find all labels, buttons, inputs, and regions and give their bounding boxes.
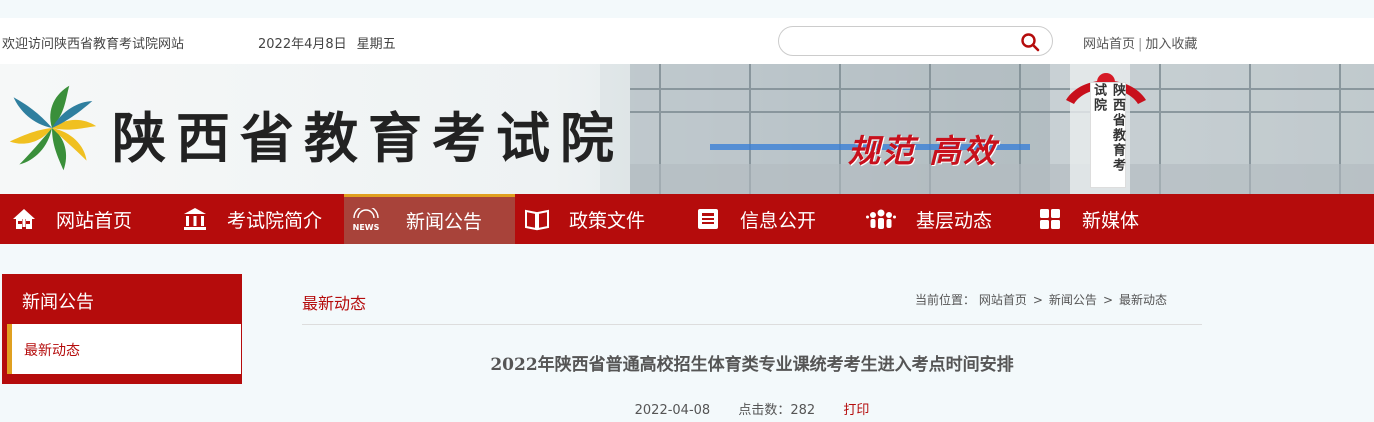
current-date: 2022年4月8日 星期五 — [258, 33, 406, 52]
nav-item-about[interactable]: 考试院简介 — [183, 194, 322, 244]
nav-item-home[interactable]: 网站首页 — [12, 194, 132, 244]
nav-label: 基层动态 — [916, 209, 993, 232]
plaque-text: 陕西省教育考试院 — [1091, 83, 1125, 173]
top-bar: 欢迎访问陕西省教育考试院网站 2022年4月8日 星期五 网站首页 | 加入收藏 — [0, 18, 1374, 64]
sidebar: 新闻公告 最新动态 — [2, 274, 242, 384]
search-box — [778, 26, 1053, 56]
breadcrumb-prefix: 当前位置： — [915, 293, 976, 307]
nav-item-news[interactable]: NEWS 新闻公告 — [344, 194, 515, 244]
breadcrumb-home[interactable]: 网站首页 — [979, 293, 1027, 307]
article-meta: 2022-04-08 点击数：282 打印 — [302, 399, 1202, 418]
date-text: 2022年4月8日 — [258, 37, 347, 52]
sidebar-item-label: 最新动态 — [24, 343, 80, 359]
nav-item-new-media[interactable]: 新媒体 — [1038, 194, 1139, 244]
nav-item-local-news[interactable]: 基层动态 — [866, 194, 992, 244]
print-link[interactable]: 打印 — [843, 403, 869, 418]
views-count: 282 — [790, 403, 816, 418]
site-logo — [9, 85, 97, 171]
news-icon-text: NEWS — [353, 223, 380, 232]
sidebar-title: 新闻公告 — [22, 292, 94, 313]
top-links: 网站首页 | 加入收藏 — [1083, 33, 1197, 52]
section-title: 最新动态 — [302, 294, 367, 313]
nav-item-disclosure[interactable]: 信息公开 — [696, 194, 816, 244]
views-label: 点击数： — [738, 403, 791, 418]
search-input[interactable] — [791, 32, 1011, 50]
nav-label: 新闻公告 — [406, 211, 483, 233]
home-link[interactable]: 网站首页 — [1083, 37, 1135, 52]
slogan: 规范 高效 — [848, 132, 998, 170]
breadcrumb: 当前位置： 网站首页 > 新闻公告 > 最新动态 — [915, 291, 1167, 308]
breadcrumb-separator: > — [1102, 293, 1113, 307]
nav-label: 信息公开 — [740, 209, 817, 232]
news-icon: NEWS — [353, 207, 380, 232]
site-name: 陕西省教育考试院 — [112, 106, 624, 170]
main-nav: 网站首页 考试院简介 NEWS 新闻公告 政策文件 信息公开 基层动态 新媒体 — [0, 194, 1374, 244]
link-separator: | — [1138, 37, 1143, 52]
building-icon — [184, 208, 206, 230]
document-icon — [698, 209, 718, 229]
nav-label: 考试院简介 — [227, 209, 323, 232]
nav-label: 政策文件 — [569, 209, 646, 232]
search-icon[interactable] — [1020, 32, 1040, 52]
institute-plaque: 陕西省教育考试院 — [1090, 82, 1126, 188]
welcome-text: 欢迎访问陕西省教育考试院网站 — [2, 37, 185, 52]
header-banner: 陕西省教育考试院 陕西省教育考试院 规范 高效 — [0, 64, 1374, 194]
nav-label: 新媒体 — [1082, 209, 1140, 232]
content-divider — [302, 324, 1202, 325]
nav-item-policy[interactable]: 政策文件 — [525, 194, 645, 244]
home-icon — [13, 209, 35, 229]
weekday-text: 星期五 — [356, 37, 396, 52]
breadcrumb-separator: > — [1032, 293, 1043, 307]
book-icon — [525, 209, 549, 231]
article-views: 点击数：282 — [738, 403, 815, 418]
article-date: 2022-04-08 — [634, 403, 711, 418]
nav-label: 网站首页 — [56, 209, 133, 232]
article-title: 2022年陕西省普通高校招生体育类专业课统考考生进入考点时间安排 — [490, 355, 1014, 375]
grid-icon — [1040, 209, 1060, 229]
add-favorite-link[interactable]: 加入收藏 — [1145, 37, 1197, 52]
breadcrumb-latest[interactable]: 最新动态 — [1119, 293, 1167, 307]
sidebar-item-latest-news[interactable]: 最新动态 — [7, 324, 241, 374]
people-icon — [866, 209, 896, 229]
breadcrumb-news[interactable]: 新闻公告 — [1049, 293, 1097, 307]
